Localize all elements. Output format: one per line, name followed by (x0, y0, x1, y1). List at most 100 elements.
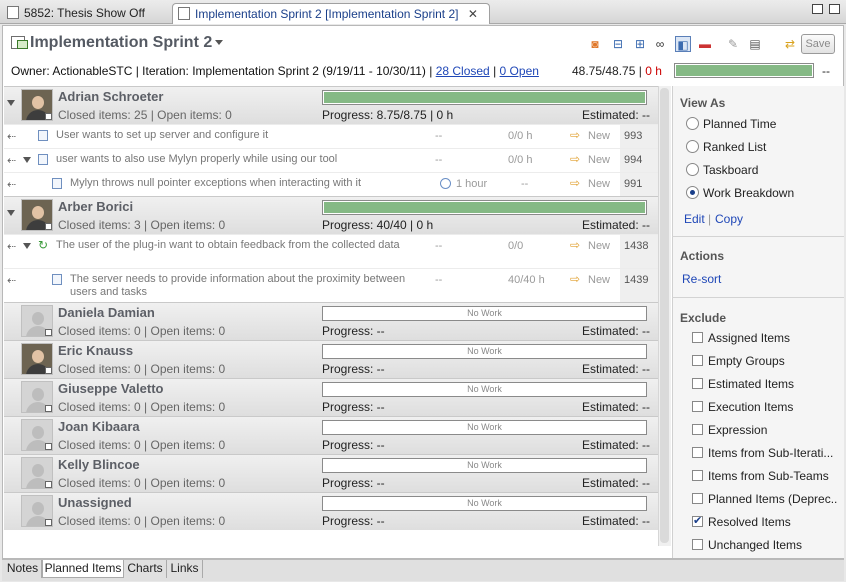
status-icon (45, 405, 52, 412)
close-icon[interactable]: ✕ (468, 7, 478, 21)
chevron-down-icon[interactable] (23, 243, 31, 249)
group-item-counts: Closed items: 3 | Open items: 0 (58, 218, 226, 232)
row-arrow-icon[interactable]: ⇠ (7, 154, 16, 167)
group-progress-text: Progress: -- (322, 438, 385, 452)
owner-group[interactable]: Unassigned Closed items: 0 | Open items: … (4, 492, 658, 530)
minimize-icon[interactable] (812, 4, 823, 14)
tab-notes[interactable]: Notes (4, 560, 42, 578)
refresh-icon[interactable]: ⇄ (782, 36, 798, 52)
item-time-spent: 0/0 h (508, 154, 533, 166)
exclude-checkbox[interactable] (692, 401, 703, 412)
work-item-row[interactable]: ⇠ user wants to also use Mylyn properly w… (4, 148, 658, 172)
group-estimated-text: Estimated: -- (581, 476, 650, 490)
progress-bar-label: No Work (467, 498, 502, 508)
item-id: 993 (624, 130, 643, 142)
open-items-link[interactable]: 0 Open (500, 64, 539, 78)
owner-group[interactable]: Daniela Damian Closed items: 0 | Open ite… (4, 302, 658, 340)
exclude-heading: Exclude (680, 311, 727, 325)
work-item-summary[interactable]: user wants to also use Mylyn properly wh… (56, 153, 436, 166)
tab-thesis-show-off[interactable]: 5852: Thesis Show Off (2, 3, 170, 24)
exclude-label: Items from Sub-Teams (708, 469, 829, 483)
group-estimated-text: Estimated: -- (581, 362, 650, 376)
status-icon (45, 481, 52, 488)
avatar (21, 381, 53, 413)
owner-group[interactable]: Adrian Schroeter Closed items: 25 | Open … (4, 86, 658, 124)
maximize-icon[interactable] (829, 4, 840, 14)
exclude-checkbox[interactable]: ✔ (692, 516, 703, 527)
group-progress-bar: No Work (322, 420, 647, 435)
remaining-hours: 0 h (645, 64, 662, 78)
owner-group[interactable]: Arber Borici Closed items: 3 | Open items… (4, 196, 658, 234)
work-item-summary[interactable]: Mylyn throws null pointer exceptions whe… (70, 177, 450, 190)
owner-group[interactable]: Giuseppe Valetto Closed items: 0 | Open i… (4, 378, 658, 416)
work-item-row[interactable]: ⇠ ↻ The user of the plug-in want to obtain… (4, 234, 658, 268)
work-item-summary[interactable]: The user of the plug-in want to obtain f… (56, 239, 416, 252)
item-duration: -- (435, 154, 443, 166)
radio-label: Ranked List (703, 140, 767, 154)
group-name: Adrian Schroeter (58, 89, 164, 104)
exclude-checkbox[interactable] (692, 355, 703, 366)
row-arrow-icon[interactable]: ⇠ (7, 178, 16, 191)
radio-planned-time[interactable] (686, 117, 699, 130)
exclude-checkbox[interactable] (692, 332, 703, 343)
row-arrow-icon[interactable]: ⇠ (7, 240, 16, 253)
chevron-down-icon[interactable] (23, 157, 31, 163)
group-estimated-text: Estimated: -- (581, 514, 650, 528)
chevron-down-icon[interactable] (7, 210, 15, 216)
tab-links[interactable]: Links (167, 560, 203, 578)
status-arrow-icon: ⇨ (570, 176, 581, 190)
menu-icon[interactable]: ▤ (747, 36, 763, 52)
plan-icon (178, 7, 190, 20)
exclude-checkbox[interactable] (692, 539, 703, 550)
edit-link[interactable]: Edit (684, 212, 705, 226)
work-item-row[interactable]: ⇠ The server needs to provide information… (4, 268, 658, 302)
owner-group[interactable]: Eric Knauss Closed items: 0 | Open items:… (4, 340, 658, 378)
radio-ranked-list[interactable] (686, 140, 699, 153)
edit-icon[interactable]: ✎ (725, 36, 741, 52)
item-duration: -- (435, 240, 443, 252)
tab-charts[interactable]: Charts (124, 560, 167, 578)
progress-bar-label: No Work (467, 422, 502, 432)
radio-label: Work Breakdown (703, 186, 795, 200)
item-id: 991 (624, 178, 643, 190)
work-item-summary[interactable]: The server needs to provide information … (70, 273, 430, 299)
rss-icon[interactable]: ◙ (587, 36, 603, 52)
radio-taskboard[interactable] (686, 163, 699, 176)
owner-group[interactable]: Kelly Blincoe Closed items: 0 | Open item… (4, 454, 658, 492)
resort-link[interactable]: Re-sort (682, 272, 721, 286)
item-id: 1439 (624, 274, 649, 286)
closed-items-link[interactable]: 28 Closed (436, 64, 490, 78)
exclude-checkbox[interactable] (692, 493, 703, 504)
group-progress-bar (322, 90, 647, 105)
row-arrow-icon[interactable]: ⇠ (7, 274, 16, 287)
view-icon[interactable]: ∞ (652, 36, 668, 52)
exclude-checkbox[interactable] (692, 447, 703, 458)
tab-implementation-sprint[interactable]: Implementation Sprint 2 [Implementation … (172, 3, 490, 24)
item-time-spent: 40/40 h (508, 274, 545, 286)
copy-link[interactable]: Copy (715, 212, 743, 226)
avatar (21, 89, 53, 121)
exclude-label: Empty Groups (708, 354, 785, 368)
row-arrow-icon[interactable]: ⇠ (7, 130, 16, 143)
status-icon (45, 113, 52, 120)
toggle-details-icon[interactable]: ◧ (675, 36, 691, 52)
exclude-label: Unchanged Items (708, 538, 803, 552)
color-bars-icon[interactable]: ▬ (697, 36, 713, 52)
collapse-all-icon[interactable]: ⊟ (610, 36, 626, 52)
tab-planned-items[interactable]: Planned Items (42, 560, 124, 578)
exclude-checkbox[interactable] (692, 470, 703, 481)
radio-work-breakdown[interactable] (686, 186, 699, 199)
group-progress-bar: No Work (322, 458, 647, 473)
exclude-checkbox[interactable] (692, 378, 703, 389)
save-button[interactable]: Save (801, 34, 835, 54)
owner-group[interactable]: Joan Kibaara Closed items: 0 | Open items… (4, 416, 658, 454)
work-item-row[interactable]: ⇠ User wants to set up server and configu… (4, 124, 658, 148)
work-item-summary[interactable]: User wants to set up server and configur… (56, 129, 436, 142)
work-item-row[interactable]: ⇠ Mylyn throws null pointer exceptions wh… (4, 172, 658, 196)
chevron-down-icon[interactable] (215, 40, 223, 45)
exclude-checkbox[interactable] (692, 424, 703, 435)
status-arrow-icon: ⇨ (570, 272, 581, 286)
scrollbar-thumb[interactable] (660, 88, 669, 543)
expand-all-icon[interactable]: ⊞ (632, 36, 648, 52)
chevron-down-icon[interactable] (7, 100, 15, 106)
